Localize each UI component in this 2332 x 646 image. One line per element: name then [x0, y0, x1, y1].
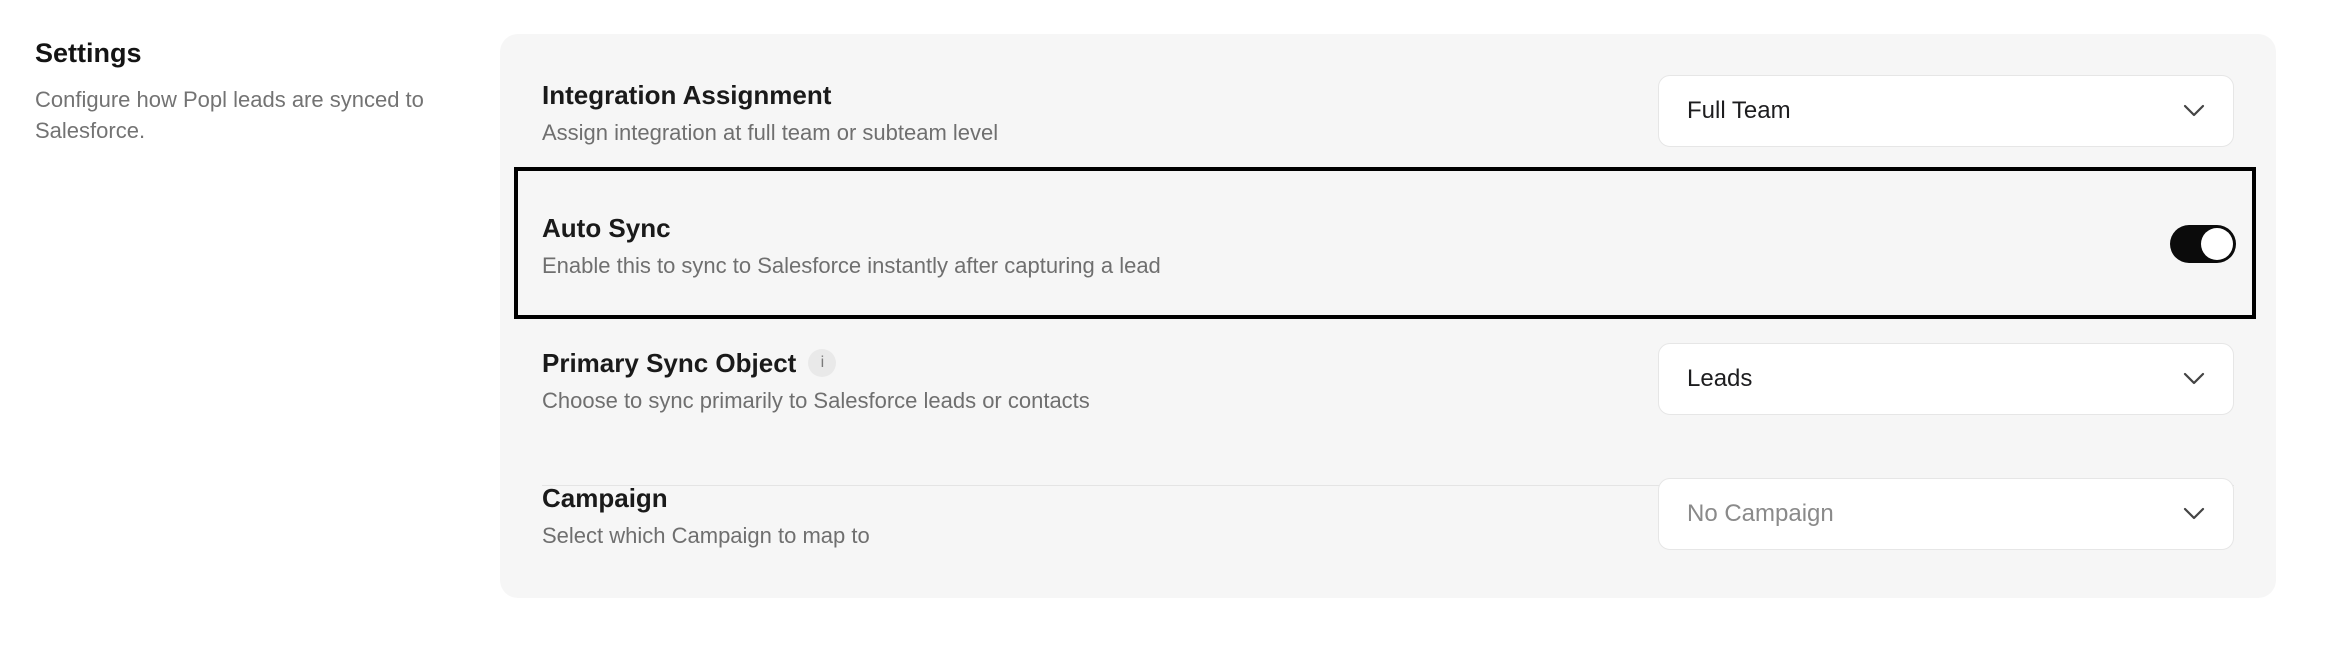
section-description: Configure how Popl leads are synced to S… — [35, 87, 424, 143]
primary-sync-object-value: Leads — [1687, 365, 1753, 392]
primary-sync-object-title: Primary Sync Object i — [542, 346, 837, 380]
integration-assignment-select[interactable]: Full Team — [1658, 75, 2234, 147]
primary-sync-object-select[interactable]: Leads — [1658, 343, 2234, 415]
settings-intro: Settings Configure how Popl leads are sy… — [35, 36, 465, 146]
primary-sync-object-description: Choose to sync primarily to Salesforce l… — [542, 388, 1090, 413]
info-icon[interactable]: i — [808, 349, 837, 377]
chevron-down-icon — [2183, 507, 2205, 520]
campaign-select[interactable]: No Campaign — [1658, 478, 2234, 550]
integration-assignment-description: Assign integration at full team or subte… — [542, 120, 999, 145]
integration-assignment-value: Full Team — [1687, 97, 1791, 124]
campaign-placeholder: No Campaign — [1687, 500, 1834, 527]
integration-assignment-title: Integration Assignment — [542, 80, 832, 110]
primary-sync-object-row: Primary Sync Object i Choose to sync pri… — [542, 343, 2234, 466]
campaign-row: Campaign Select which Campaign to map to… — [542, 478, 2234, 591]
auto-sync-highlight-frame — [514, 167, 2256, 319]
primary-sync-object-label: Primary Sync Object — [542, 348, 797, 378]
chevron-down-icon — [2183, 372, 2205, 385]
section-title: Settings — [35, 38, 142, 68]
campaign-title: Campaign — [542, 483, 668, 513]
chevron-down-icon — [2183, 104, 2205, 117]
campaign-description: Select which Campaign to map to — [542, 523, 870, 548]
salesforce-settings-page: Settings Configure how Popl leads are sy… — [0, 0, 2332, 646]
